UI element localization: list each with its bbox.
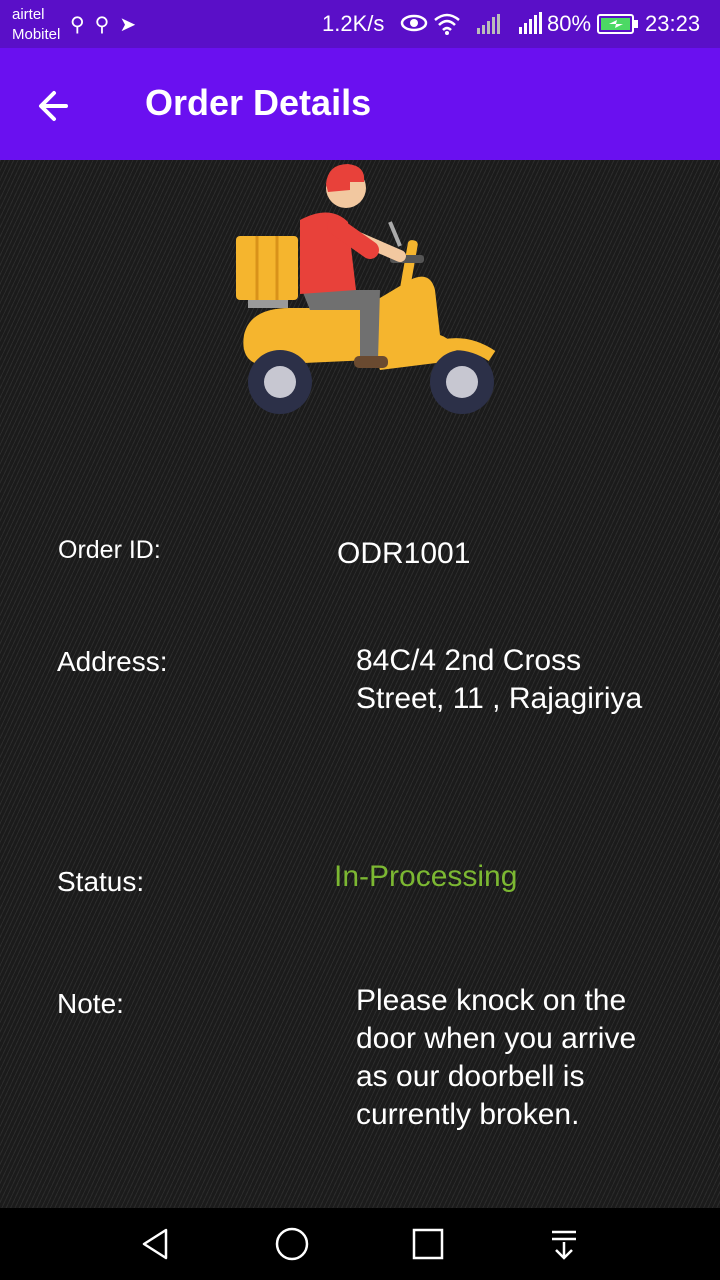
order-id-label: Order ID:	[58, 536, 161, 564]
notification-icons: ⚲⚲➤	[70, 12, 146, 37]
recents-square-icon[interactable]	[408, 1224, 448, 1264]
signal-icon	[477, 14, 500, 34]
arrow-left-icon[interactable]	[30, 80, 82, 132]
carrier-1: airtel	[12, 6, 45, 23]
address-line-1: 84C/4 2nd Cross	[356, 644, 582, 677]
carrier-names: airtel Mobitel	[12, 5, 60, 45]
signal-icon	[519, 12, 542, 34]
order-id-value: ODR1001	[337, 537, 471, 570]
page-title: Order Details	[145, 82, 372, 123]
battery-charging-icon	[597, 14, 638, 34]
status-label: Status:	[57, 866, 145, 897]
note-line-1: Please knock on the	[356, 984, 627, 1017]
eye-icon	[400, 14, 428, 32]
app-bar: Order Details	[0, 48, 720, 160]
delivery-scooter-illustration	[236, 164, 496, 414]
note-line-2: door when you arrive	[356, 1022, 637, 1055]
usb-icon: ⚲	[94, 14, 120, 36]
address-label: Address:	[57, 646, 168, 677]
wifi-icon	[434, 13, 460, 35]
address-value: 84C/4 2nd Cross Street, 11 , Rajagiriya	[356, 642, 676, 718]
note-line-4: currently broken.	[356, 1098, 580, 1131]
telegram-icon: ➤	[119, 14, 147, 36]
notification-pull-icon[interactable]	[544, 1224, 584, 1264]
usb-icon: ⚲	[70, 14, 95, 36]
note-line-3: as our doorbell is	[356, 1060, 585, 1093]
status-value: In-Processing	[334, 860, 518, 893]
home-circle-icon[interactable]	[272, 1224, 312, 1264]
system-nav-bar	[0, 1208, 720, 1280]
clock: 23:23	[645, 11, 701, 36]
net-speed: 1.2K/s	[322, 11, 385, 36]
back-triangle-icon[interactable]	[136, 1224, 176, 1264]
note-label: Note:	[57, 988, 124, 1019]
carrier-2: Mobitel	[12, 26, 61, 43]
status-bar: airtel Mobitel ⚲⚲➤ 1.2K/s 80% 23:23	[0, 0, 720, 48]
address-line-2: Street, 11 , Rajagiriya	[356, 682, 643, 715]
note-value: Please knock on the door when you arrive…	[356, 982, 676, 1134]
order-details-content: Order ID: ODR1001 Address: 84C/4 2nd Cro…	[0, 160, 720, 1208]
battery-percent: 80%	[547, 11, 592, 36]
